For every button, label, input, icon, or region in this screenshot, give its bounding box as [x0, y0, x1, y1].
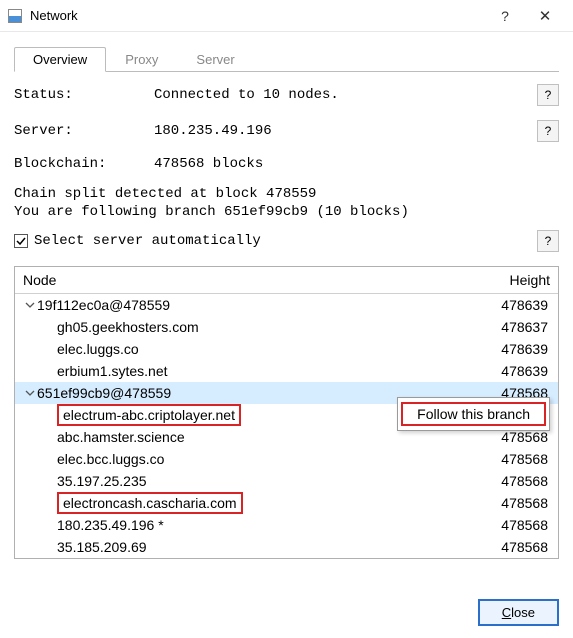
follow-branch-menu-item[interactable]: Follow this branch: [401, 402, 546, 426]
chain-split-text: Chain split detected at block 478559: [14, 186, 559, 202]
app-icon: [8, 9, 22, 23]
node-name: erbium1.sytes.net: [23, 363, 478, 379]
node-name-highlight: electrum-abc.criptolayer.net: [57, 404, 241, 426]
chevron-down-icon: [23, 387, 35, 399]
node-height: 478637: [478, 319, 558, 335]
node-name: 35.197.25.235: [23, 473, 478, 489]
node-row[interactable]: elec.luggs.co478639: [15, 338, 558, 360]
tab-bar: Overview Proxy Server: [14, 46, 559, 72]
auto-select-label: Select server automatically: [34, 233, 537, 249]
tree-header: Node Height: [15, 267, 558, 294]
node-height: 478568: [478, 539, 558, 555]
node-height: 478568: [478, 495, 558, 511]
close-rest: lose: [511, 605, 535, 620]
branch-height: 478639: [478, 297, 558, 313]
status-label: Status:: [14, 87, 154, 103]
node-name: abc.hamster.science: [23, 429, 478, 445]
node-name: elec.bcc.luggs.co: [23, 451, 478, 467]
branch-name: 19f112ec0a@478559: [37, 297, 478, 313]
node-name: 180.235.49.196 *: [23, 517, 478, 533]
branch-following-text: You are following branch 651ef99cb9 (10 …: [14, 204, 559, 220]
node-height: 478639: [478, 341, 558, 357]
node-name: elec.luggs.co: [23, 341, 478, 357]
close-accel: C: [502, 605, 511, 620]
node-name-highlight: electroncash.cascharia.com: [57, 492, 243, 514]
tab-proxy[interactable]: Proxy: [106, 47, 177, 72]
node-row[interactable]: 180.235.49.196 *478568: [15, 514, 558, 536]
blockchain-value: 478568 blocks: [154, 156, 559, 172]
tab-overview[interactable]: Overview: [14, 47, 106, 72]
title-help-button[interactable]: ?: [485, 8, 525, 24]
node-name: 35.185.209.69: [23, 539, 478, 555]
node-row[interactable]: 35.197.25.235478568: [15, 470, 558, 492]
title-close-button[interactable]: ✕: [525, 7, 565, 25]
node-row[interactable]: 35.185.209.69478568: [15, 536, 558, 558]
status-help-button[interactable]: ?: [537, 84, 559, 106]
close-button[interactable]: Close: [478, 599, 559, 626]
status-value: Connected to 10 nodes.: [154, 87, 537, 103]
server-value: 180.235.49.196: [154, 123, 537, 139]
node-height: 478568: [478, 429, 558, 445]
window-title: Network: [30, 8, 78, 23]
auto-select-help-button[interactable]: ?: [537, 230, 559, 252]
context-menu: Follow this branch: [397, 397, 550, 431]
blockchain-label: Blockchain:: [14, 156, 154, 172]
branch-row[interactable]: 19f112ec0a@478559478639: [15, 294, 558, 316]
node-row[interactable]: gh05.geekhosters.com478637: [15, 316, 558, 338]
node-height: 478639: [478, 363, 558, 379]
column-node[interactable]: Node: [15, 267, 478, 293]
server-help-button[interactable]: ?: [537, 120, 559, 142]
title-bar: Network ? ✕: [0, 0, 573, 32]
server-label: Server:: [14, 123, 154, 139]
node-height: 478568: [478, 517, 558, 533]
node-row[interactable]: electroncash.cascharia.com 478568: [15, 492, 558, 514]
column-height[interactable]: Height: [478, 267, 558, 293]
tab-server[interactable]: Server: [177, 47, 253, 72]
node-tree: Node Height 19f112ec0a@478559478639gh05.…: [14, 266, 559, 559]
check-icon: [16, 236, 26, 246]
node-name: gh05.geekhosters.com: [23, 319, 478, 335]
node-height: 478568: [478, 473, 558, 489]
node-row[interactable]: erbium1.sytes.net478639: [15, 360, 558, 382]
node-height: 478568: [478, 451, 558, 467]
node-row[interactable]: elec.bcc.luggs.co478568: [15, 448, 558, 470]
chevron-down-icon: [23, 299, 35, 311]
node-name: electroncash.cascharia.com: [23, 492, 478, 514]
auto-select-checkbox[interactable]: [14, 234, 28, 248]
